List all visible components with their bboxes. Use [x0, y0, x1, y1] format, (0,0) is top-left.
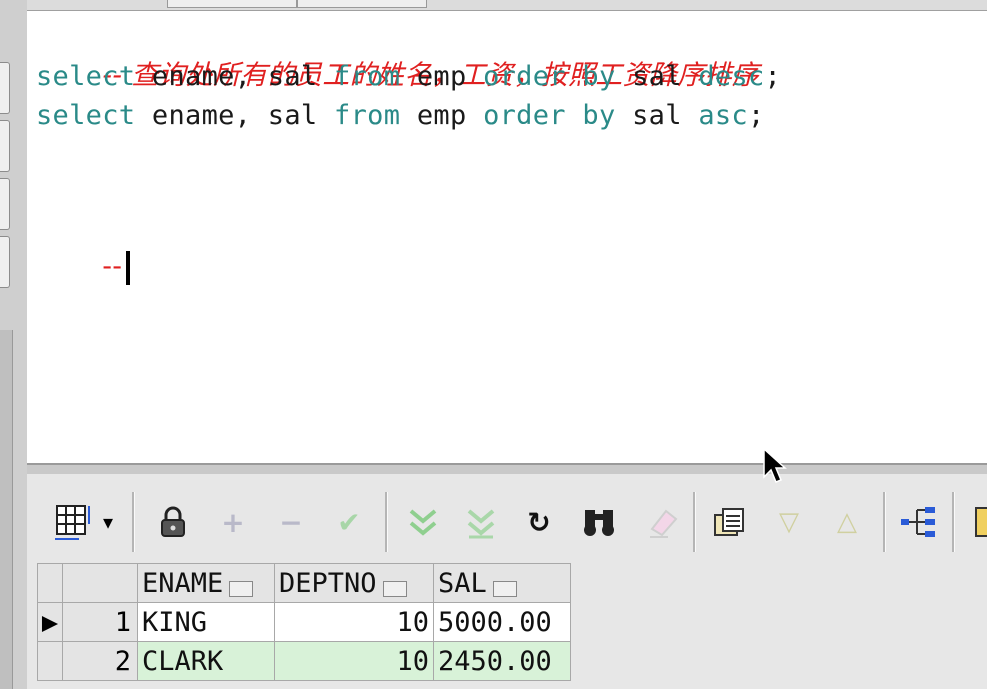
- result-grid-area: ENAME DEPTNO SAL ▶ 1 KING 10 5000.00 2 C…: [27, 560, 987, 689]
- row-number[interactable]: 2: [62, 641, 138, 681]
- order-column: sal: [632, 100, 682, 131]
- side-scrollbar[interactable]: [0, 330, 13, 689]
- fetch-next-icon[interactable]: [403, 502, 443, 542]
- column-menu-button[interactable]: [382, 580, 407, 597]
- corner-cell: [62, 563, 138, 603]
- editor-line-comment: -- 查询处所有的员工的姓名，工资，按照工资降序排序: [36, 19, 759, 91]
- side-panel-strip: [0, 0, 28, 689]
- toolbar-separator: [952, 492, 955, 552]
- fetch-last-icon[interactable]: [461, 502, 501, 542]
- check-icon[interactable]: ✔: [327, 502, 371, 542]
- result-grid: ENAME DEPTNO SAL ▶ 1 KING 10 5000.00 2 C…: [37, 563, 571, 681]
- grid-layout-icon[interactable]: [49, 502, 97, 542]
- table-row[interactable]: ▶ 1 KING 10 5000.00: [37, 602, 571, 642]
- cell-ename[interactable]: KING: [137, 602, 275, 642]
- cell-deptno[interactable]: 10: [274, 602, 434, 642]
- select-columns: ename, sal: [151, 61, 318, 92]
- side-tab-button[interactable]: [0, 178, 10, 230]
- column-header-deptno[interactable]: DEPTNO: [274, 563, 434, 603]
- keyword-desc: desc: [698, 61, 765, 92]
- cell-ename[interactable]: CLARK: [137, 641, 275, 681]
- column-header-ename[interactable]: ENAME: [137, 563, 275, 603]
- select-columns: ename, sal: [151, 100, 318, 131]
- keyword-order-by: order by: [483, 61, 616, 92]
- editor-tab[interactable]: [297, 0, 427, 8]
- side-tab-button[interactable]: [0, 120, 10, 172]
- side-tab-button[interactable]: [0, 236, 10, 288]
- clear-icon[interactable]: [641, 502, 685, 542]
- column-menu-button[interactable]: [492, 580, 517, 597]
- keyword-from: from: [334, 100, 401, 131]
- memo-icon[interactable]: [971, 502, 987, 542]
- editor-tab-strip: [27, 0, 987, 11]
- column-header-sal[interactable]: SAL: [433, 563, 571, 603]
- keyword-order-by: order by: [483, 100, 616, 131]
- table-row[interactable]: 2 CLARK 10 2450.00: [37, 641, 571, 681]
- cell-sal[interactable]: 2450.00: [433, 641, 571, 681]
- order-column: sal: [632, 61, 682, 92]
- editor-line-sql: select ename, sal from emp order by sal …: [36, 97, 765, 135]
- keyword-asc: asc: [698, 100, 748, 131]
- cell-sal[interactable]: 5000.00: [433, 602, 571, 642]
- comment-text: --: [102, 251, 123, 282]
- keyword-select: select: [36, 61, 136, 92]
- chevron-down-icon[interactable]: ▾: [97, 502, 119, 542]
- tree-icon[interactable]: [895, 502, 943, 542]
- keyword-select: select: [36, 100, 136, 131]
- toolbar-separator: [693, 492, 696, 552]
- column-header-label: DEPTNO: [279, 567, 377, 599]
- keyword-from: from: [334, 61, 401, 92]
- row-indicator: [37, 641, 63, 681]
- statement-end: ;: [764, 61, 782, 92]
- plus-icon[interactable]: +: [213, 502, 253, 542]
- lock-icon[interactable]: [151, 502, 195, 542]
- toolbar-separator: [385, 492, 388, 552]
- triangle-down-icon[interactable]: ▽: [769, 502, 809, 542]
- statement-end: ;: [747, 100, 765, 131]
- editor-line-sql: select ename, sal from emp order by sal …: [36, 58, 781, 96]
- grid-header-row: ENAME DEPTNO SAL: [37, 563, 571, 603]
- toolbar-separator: [132, 492, 135, 552]
- corner-cell: [37, 563, 63, 603]
- refresh-icon[interactable]: ↻: [521, 502, 557, 542]
- column-header-label: ENAME: [142, 567, 224, 599]
- row-number[interactable]: 1: [62, 602, 138, 642]
- column-header-label: SAL: [438, 567, 487, 599]
- side-tab-button[interactable]: [0, 62, 10, 114]
- table-name: emp: [416, 100, 467, 131]
- minus-icon[interactable]: −: [271, 502, 311, 542]
- table-name: emp: [416, 61, 467, 92]
- result-grid-toolbar: ▾ + − ✔ ↻ ▽ △: [27, 474, 987, 560]
- editor-tab[interactable]: [167, 0, 297, 8]
- export-icon[interactable]: [707, 502, 751, 542]
- cell-deptno[interactable]: 10: [274, 641, 434, 681]
- mouse-pointer-icon: [763, 447, 787, 483]
- text-cursor: [126, 250, 131, 285]
- toolbar-separator: [883, 492, 886, 552]
- find-icon[interactable]: [577, 502, 621, 542]
- current-row-marker: ▶: [37, 602, 63, 642]
- editor-line-comment: --: [36, 210, 131, 285]
- column-menu-button[interactable]: [229, 580, 254, 597]
- triangle-up-icon[interactable]: △: [827, 502, 867, 542]
- sql-editor[interactable]: -- 查询处所有的员工的姓名，工资，按照工资降序排序 select ename,…: [27, 11, 987, 463]
